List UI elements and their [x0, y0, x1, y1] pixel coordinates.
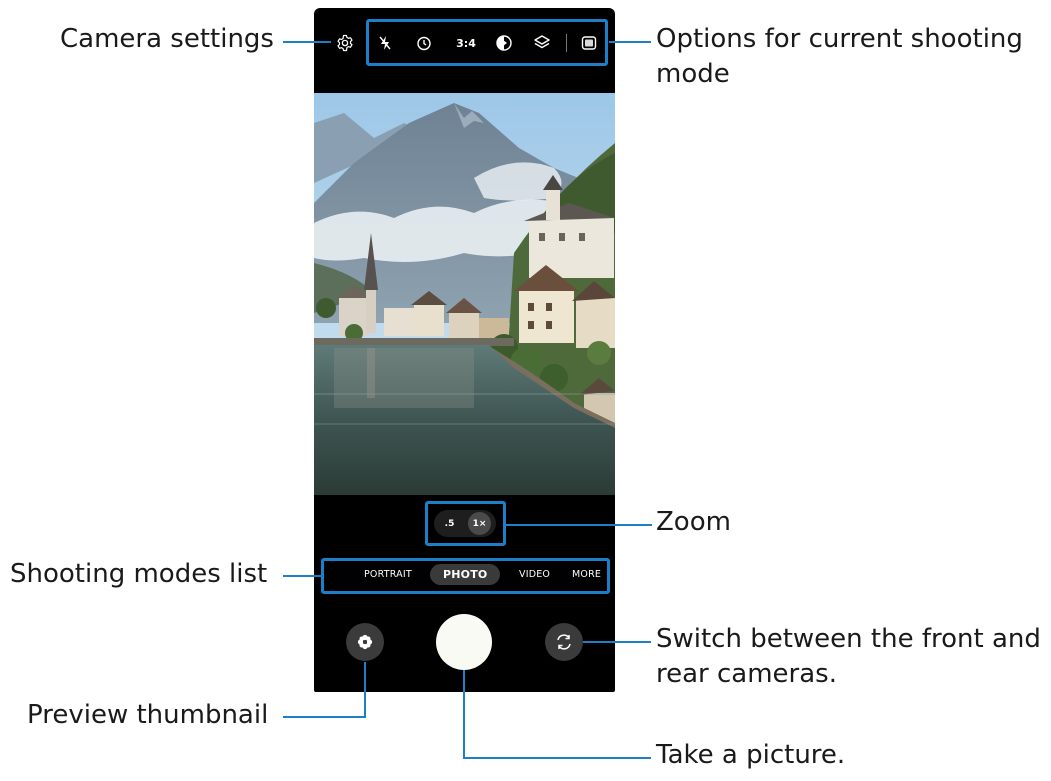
switch-camera-icon [557, 634, 571, 650]
callout-zoom: Zoom [656, 507, 731, 537]
mode-photo[interactable]: PHOTO [430, 564, 501, 585]
mode-more[interactable]: MORE [572, 569, 601, 580]
mode-portrait[interactable]: PORTRAIT [364, 569, 412, 580]
zoom-1x-label: 1× [472, 518, 487, 529]
leader-camera-settings [283, 41, 331, 43]
leader-options [609, 41, 651, 43]
flash-off-icon [379, 36, 391, 50]
aspect-ratio-label: 3:4 [456, 36, 476, 50]
timer-button[interactable] [413, 32, 435, 54]
filter-icon [534, 35, 550, 49]
leader-preview-vertical [364, 662, 366, 718]
callout-take-picture: Take a picture. [656, 740, 846, 770]
viewfinder-scene [314, 93, 615, 495]
zoom-control: .5 1× [425, 501, 506, 546]
callout-shooting-modes-list: Shooting modes list [10, 559, 268, 589]
leader-take-picture-horizontal [463, 757, 651, 759]
motion-photo-button[interactable] [493, 32, 515, 54]
flash-button[interactable] [374, 32, 396, 54]
options-divider [566, 34, 567, 52]
mode-video[interactable]: VIDEO [519, 569, 550, 580]
motion-photo-icon [496, 35, 512, 51]
zoom-pill: .5 1× [434, 510, 496, 537]
aspect-ratio-button[interactable]: 3:4 [449, 32, 483, 54]
leader-preview-horizontal [283, 716, 366, 718]
leader-take-picture-vertical [463, 670, 465, 759]
flower-thumbnail-icon [357, 634, 373, 650]
preview-thumbnail-button[interactable] [346, 623, 384, 661]
phone-screen: 3:4 .5 1× PORTRAIT PHOTO VIDEO MORE [314, 8, 615, 692]
zoom-1x-button[interactable]: 1× [468, 512, 491, 535]
callout-options-line2: mode [656, 59, 730, 89]
leader-switch-camera [583, 641, 651, 643]
zoom-ultrawide-button[interactable]: .5 [438, 512, 461, 535]
filters-button[interactable] [531, 32, 553, 54]
timer-icon [417, 36, 431, 51]
gear-icon [337, 34, 353, 52]
zoom-ultrawide-label: .5 [444, 518, 455, 529]
switch-camera-button[interactable] [545, 623, 583, 661]
shooting-modes-list: PORTRAIT PHOTO VIDEO MORE [321, 558, 610, 594]
callout-switch-line1: Switch between the front and [656, 624, 1041, 654]
more-options-icon [581, 36, 597, 50]
camera-settings-button[interactable] [332, 30, 358, 56]
shooting-mode-options-bar: 3:4 [366, 19, 608, 66]
shutter-button[interactable] [436, 614, 492, 670]
leader-zoom [506, 524, 652, 526]
callout-options-line1: Options for current shooting [656, 24, 1023, 54]
leader-shooting-modes [283, 575, 322, 577]
callout-switch-line2: rear cameras. [656, 659, 837, 689]
more-options-button[interactable] [578, 32, 600, 54]
camera-viewfinder[interactable] [314, 93, 615, 495]
callout-camera-settings: Camera settings [60, 24, 274, 54]
callout-preview-thumbnail: Preview thumbnail [27, 700, 269, 730]
